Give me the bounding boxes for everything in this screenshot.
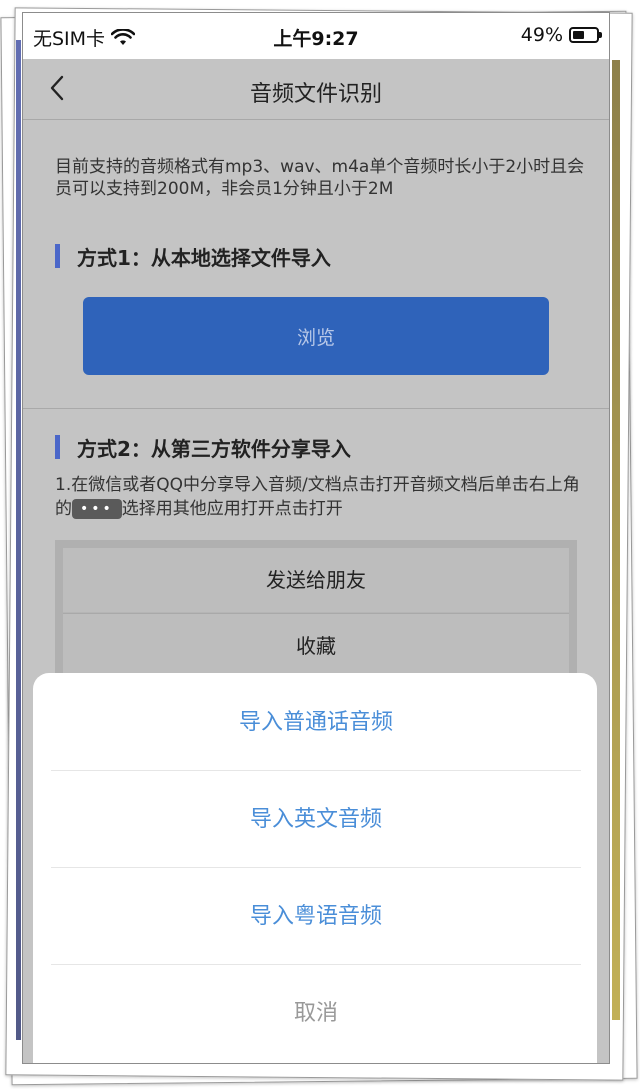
import-cantonese-button[interactable]: 导入粤语音频 [51,869,581,965]
phone-screen: 无SIM卡 上午9:27 49% 音频文件识别 目前支持的音频格式有mp3、wa… [22,12,610,1064]
paper-edge-left [16,40,21,1040]
sheet-divider [51,867,581,868]
sheet-divider [51,964,581,965]
format-description: 目前支持的音频格式有mp3、wav、m4a单个音频时长小于2小时且会员可以支持到… [55,157,585,199]
cancel-button[interactable]: 取消 [51,966,581,1062]
more-dots-icon: ••• [72,499,122,519]
share-option-favorite: 收藏 [63,613,569,678]
status-bar: 无SIM卡 上午9:27 49% [23,13,609,59]
method2-title: 方式2：从第三方软件分享导入 [55,433,351,462]
nav-bar: 音频文件识别 [23,59,609,120]
method2-step: 1.在微信或者QQ中分享导入音频/文档点击打开音频文档后单击右上角的 ••• 选择用… [55,473,585,521]
share-option-send-friend: 发送给朋友 [63,548,569,612]
step-text-suffix: 选择用其他应用打开点击打开 [121,499,343,519]
import-mandarin-button[interactable]: 导入普通话音频 [51,675,581,771]
import-english-button[interactable]: 导入英文音频 [51,772,581,868]
section-divider [23,408,609,409]
status-right: 49% [520,24,602,46]
battery-icon [569,27,602,43]
sheet-divider [51,770,581,771]
page-title: 音频文件识别 [249,82,382,107]
paper-edge-right [612,60,620,1020]
method1-title: 方式1：从本地选择文件导入 [55,242,331,271]
battery-percent: 49% [520,24,563,46]
browse-button[interactable]: 浏览 [83,297,549,375]
action-sheet: 导入普通话音频 导入英文音频 导入粤语音频 取消 [33,673,597,1063]
